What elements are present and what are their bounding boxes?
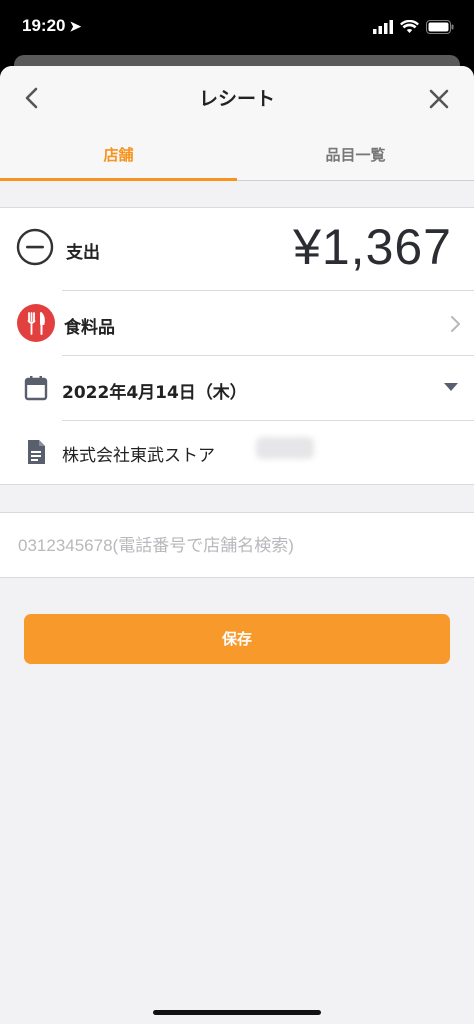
fork-knife-icon: [17, 304, 55, 342]
location-arrow-icon: ➤: [69, 18, 82, 34]
date-row[interactable]: 2022年4月14日（木）: [0, 356, 474, 420]
tab-store[interactable]: 店舗: [0, 130, 237, 181]
amount-row: 支出 ¥1,367: [0, 208, 474, 290]
category-label: 食料品: [64, 318, 115, 338]
chevron-right-icon: [451, 316, 460, 332]
status-bar: 19:20 ➤: [0, 0, 474, 56]
expense-toggle[interactable]: [16, 228, 54, 266]
transaction-type-label: 支出: [66, 243, 100, 263]
category-row[interactable]: 食料品: [0, 291, 474, 355]
document-icon: [28, 440, 45, 464]
date-value: 2022年4月14日（木）: [62, 383, 247, 403]
battery-icon: [426, 20, 454, 34]
cellular-signal-icon: [373, 20, 393, 34]
store-name: 株式会社東武ストア: [62, 446, 215, 466]
store-row: 株式会社東武ストア: [0, 421, 474, 484]
close-icon[interactable]: [426, 86, 452, 112]
home-indicator: [153, 1010, 321, 1015]
status-time: 19:20 ➤: [22, 16, 81, 36]
minus-circle-icon: [16, 228, 54, 266]
receipt-sheet: レシート 店舗 品目一覧 支出 ¥1,367 食料品 2022年4月14日（木）…: [0, 66, 474, 1024]
phone-search-field: [0, 512, 474, 578]
status-time-text: 19:20: [22, 16, 66, 35]
tab-bar: 店舗 品目一覧: [0, 130, 474, 181]
receipt-details-card: 支出 ¥1,367 食料品 2022年4月14日（木） 株式会社東武ストア: [0, 207, 474, 485]
dropdown-arrow-icon: [444, 383, 458, 391]
tab-active-indicator: [0, 178, 237, 181]
status-icons: [373, 20, 454, 34]
tab-store-label: 店舗: [103, 146, 134, 164]
phone-search-input[interactable]: [16, 527, 460, 565]
wifi-icon: [400, 20, 419, 33]
calendar-icon: [24, 376, 48, 401]
tab-item-list-label: 品目一覧: [325, 146, 386, 164]
nav-bar: レシート: [0, 66, 474, 130]
amount-value[interactable]: ¥1,367: [293, 218, 452, 276]
tab-item-list[interactable]: 品目一覧: [237, 130, 474, 180]
page-title: レシート: [198, 88, 275, 110]
save-button[interactable]: 保存: [24, 614, 450, 664]
redacted-branch-name: [256, 437, 314, 459]
